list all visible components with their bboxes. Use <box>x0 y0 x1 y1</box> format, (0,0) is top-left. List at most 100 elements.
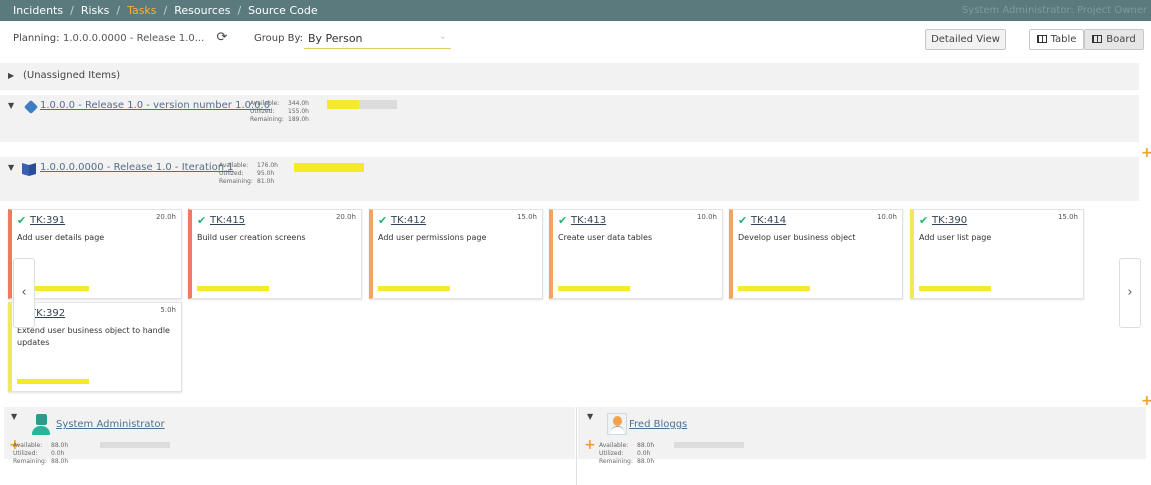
planning-release-selector[interactable]: 1.0.0.0.0000 - Release 1.0... <box>63 33 204 44</box>
nav-incidents[interactable]: Incidents <box>13 4 63 17</box>
unassigned-title[interactable]: (Unassigned Items) <box>23 70 120 81</box>
person-utilized: 0.0h <box>637 450 651 457</box>
task-name: Create user data tables <box>558 233 653 242</box>
refresh-icon[interactable]: ⟳ <box>214 30 230 46</box>
add-plus-icon[interactable]: + <box>1141 394 1151 408</box>
iteration-remaining: 81.0h <box>257 178 275 185</box>
task-id-link[interactable]: TK:392 <box>30 308 65 319</box>
check-icon: ✔ <box>738 214 748 227</box>
add-plus-icon[interactable]: + <box>584 438 596 452</box>
person-stats: Available: 88.0h Utilized: 0.0h Remaining:… <box>13 442 68 466</box>
chevron-left-icon[interactable]: ‹ <box>13 258 35 328</box>
task-card[interactable]: ✔ TK:414 10.0h Develop user business obj… <box>729 209 903 299</box>
task-progress-bar <box>17 379 89 384</box>
iteration-link[interactable]: 1.0.0.0.0000 - Release 1.0 - Iteration 1 <box>40 162 234 173</box>
stat-label: Available: <box>219 162 249 169</box>
iteration-utilized: 95.0h <box>257 170 275 177</box>
person-row-fred-bloggs: ▼ Fred Bloggs + Available: 88.0h Utilized… <box>578 407 1146 465</box>
task-hours: 5.0h <box>160 306 176 314</box>
task-name: Develop user business object <box>738 233 856 242</box>
task-id-link[interactable]: TK:413 <box>571 215 606 226</box>
check-icon: ✔ <box>378 214 388 227</box>
stat-label: Remaining: <box>250 116 284 123</box>
task-name: Add user permissions page <box>378 233 487 242</box>
task-card[interactable]: ✔ TK:413 10.0h Create user data tables <box>549 209 723 299</box>
release-group: ▼ 1.0.0.0 - Release 1.0 - version number… <box>0 95 1139 142</box>
check-icon: ✔ <box>17 214 27 227</box>
task-id-link[interactable]: TK:390 <box>932 215 967 226</box>
nav-resources[interactable]: Resources <box>174 4 230 17</box>
person-row-system-administrator: ▼ System Administrator + Available: 88.0h… <box>4 407 575 465</box>
task-id-link[interactable]: TK:412 <box>391 215 426 226</box>
release-link[interactable]: 1.0.0.0 - Release 1.0 - version number 1… <box>40 100 270 111</box>
stat-label: Utilized: <box>13 450 38 457</box>
chevron-down-icon: ⌄ <box>438 31 447 42</box>
stat-label: Utilized: <box>599 450 624 457</box>
board-view-label: Board <box>1106 34 1136 45</box>
avatar <box>607 413 627 435</box>
nav-tasks[interactable]: Tasks <box>127 4 156 17</box>
check-icon: ✔ <box>558 214 568 227</box>
person-remaining: 88.0h <box>637 458 655 465</box>
stat-label: Remaining: <box>599 458 633 465</box>
detailed-view-button[interactable]: Detailed View <box>925 29 1006 50</box>
task-progress-bar <box>919 286 991 291</box>
task-hours: 20.0h <box>335 213 356 221</box>
collapse-triangle-icon[interactable]: ▼ <box>587 412 593 421</box>
task-name: Extend user business object to handle up… <box>17 326 170 347</box>
task-progress-bar <box>378 286 450 291</box>
person-available: 88.0h <box>51 442 69 449</box>
board-view-button[interactable]: Board <box>1084 29 1144 50</box>
add-plus-icon[interactable]: + <box>1141 146 1151 160</box>
top-navigation: Incidents / Risks / Tasks / Resources / Source C… <box>0 0 1151 21</box>
task-progress-bar <box>197 286 269 291</box>
person-available: 88.0h <box>637 442 655 449</box>
task-id-link[interactable]: TK:391 <box>30 215 65 226</box>
task-id-link[interactable]: TK:415 <box>210 215 245 226</box>
task-hours: 10.0h <box>876 213 897 221</box>
release-stats: Available: 344.0h Utilized: 155.0h Remaini… <box>250 100 309 124</box>
board-icon <box>1092 35 1103 43</box>
release-utilization-bar <box>327 100 397 109</box>
task-progress-bar <box>558 286 630 291</box>
task-card[interactable]: ✔ TK:390 15.0h Add user list page <box>910 209 1084 299</box>
collapse-triangle-icon[interactable]: ▼ <box>11 412 17 421</box>
task-card[interactable]: ✔ TK:415 20.0h Build user creation scree… <box>188 209 362 299</box>
check-icon: ✔ <box>197 214 207 227</box>
groupby-select[interactable]: By Person ⌄ <box>304 29 451 49</box>
person-name-link[interactable]: System Administrator <box>56 419 165 430</box>
task-hours: 10.0h <box>696 213 717 221</box>
task-hours: 15.0h <box>1057 213 1078 221</box>
release-available: 344.0h <box>288 100 309 107</box>
task-card[interactable]: ✔ TK:412 15.0h Add user permissions page <box>369 209 543 299</box>
iteration-icon <box>22 164 36 175</box>
stat-label: Available: <box>250 100 280 107</box>
nav-risks[interactable]: Risks <box>81 4 110 17</box>
person-name-link[interactable]: Fred Bloggs <box>629 419 687 430</box>
column-divider <box>576 407 577 485</box>
user-role[interactable]: System Administrator: Project Owner <box>962 0 1147 21</box>
task-progress-bar <box>738 286 810 291</box>
collapse-triangle-icon[interactable]: ▼ <box>8 163 14 172</box>
breadcrumb: Incidents / Risks / Tasks / Resources / Source C… <box>13 4 318 17</box>
nav-source-code[interactable]: Source Code <box>248 4 317 17</box>
task-name: Add user list page <box>919 233 992 242</box>
person-utilization-bar <box>674 442 744 448</box>
stat-label: Utilized: <box>219 170 244 177</box>
release-icon <box>23 99 39 115</box>
table-view-button[interactable]: Table <box>1029 29 1084 50</box>
stat-label: Remaining: <box>13 458 47 465</box>
avatar <box>32 414 50 436</box>
task-name: Build user creation screens <box>197 233 306 242</box>
release-utilized: 155.0h <box>288 108 309 115</box>
task-id-link[interactable]: TK:414 <box>751 215 786 226</box>
expand-triangle-icon[interactable]: ▶ <box>8 71 14 80</box>
chevron-right-icon[interactable]: › <box>1119 258 1141 328</box>
person-remaining: 88.0h <box>51 458 69 465</box>
task-hours: 15.0h <box>516 213 537 221</box>
collapse-triangle-icon[interactable]: ▼ <box>8 101 14 110</box>
release-utilization-fill <box>327 100 359 109</box>
stat-label: Utilized: <box>250 108 275 115</box>
person-utilization-bar <box>100 442 170 448</box>
iteration-utilization-bar <box>294 163 364 172</box>
